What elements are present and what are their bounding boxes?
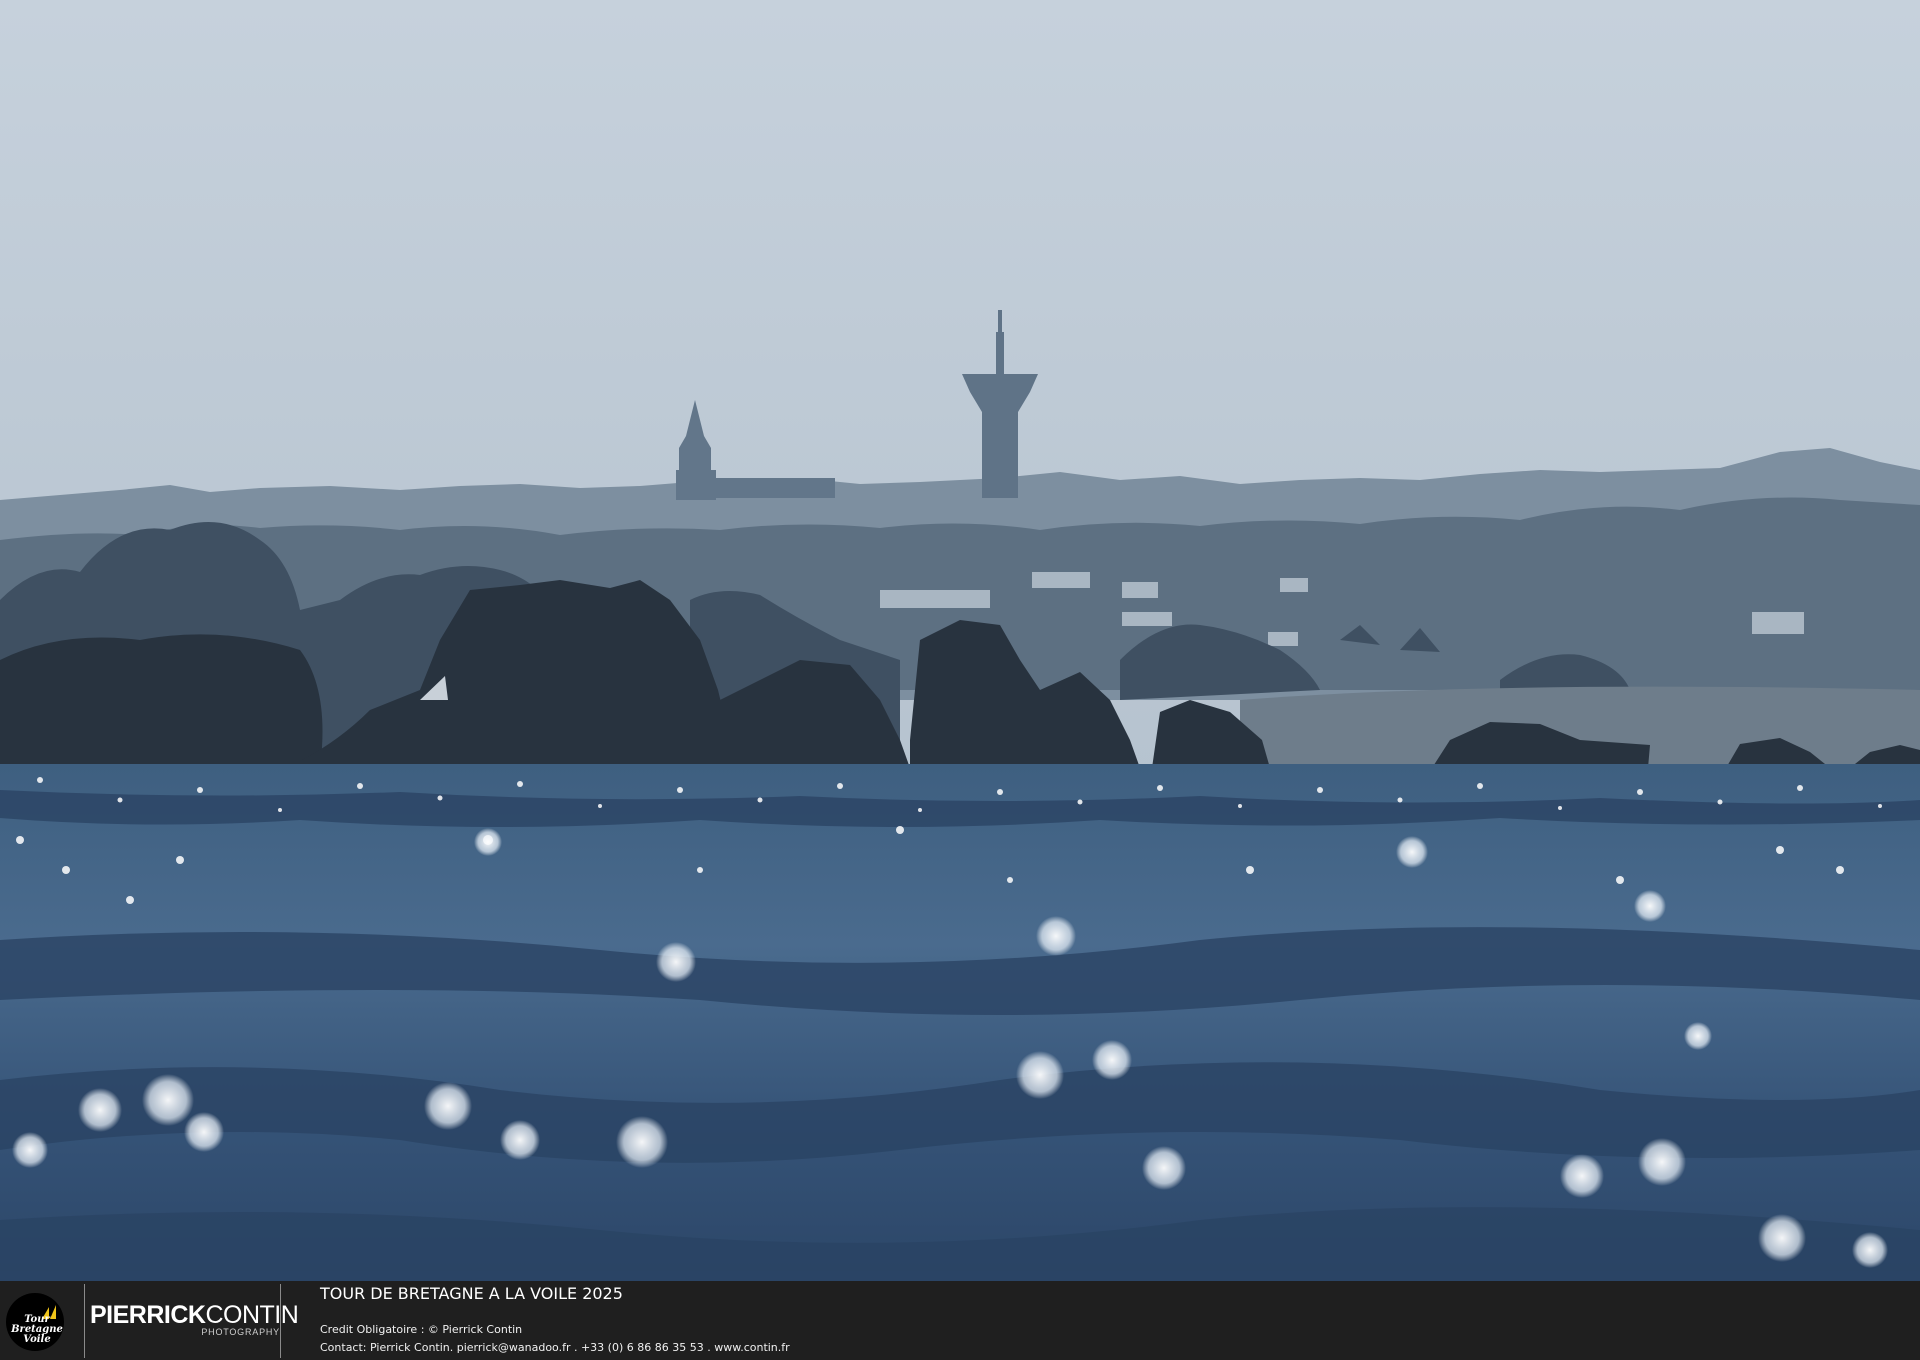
photographer-brand: PIERRICKCONTIN PHOTOGRAPHY [90,1301,299,1337]
caption-bar: Tour Bretagne Voile PIERRICKCONTIN PHOTO… [0,1281,1920,1360]
sea [0,764,1920,1281]
caption-divider-right [280,1284,281,1358]
caption-divider-left [84,1284,85,1358]
seascape-illustration [0,0,1920,1281]
caption-credit: Credit Obligatoire : © Pierrick Contin [320,1323,523,1336]
brand-name-second: CONTIN [205,1301,299,1329]
event-logo: Tour Bretagne Voile [6,1293,64,1351]
brand-name: PIERRICKCONTIN [90,1301,299,1329]
seascape-photo [0,0,1920,1281]
caption-title: TOUR DE BRETAGNE A LA VOILE 2025 [320,1284,623,1303]
brand-name-first: PIERRICK [90,1301,206,1329]
event-logo-text: Tour Bretagne Voile [11,1314,63,1345]
caption-contact: Contact: Pierrick Contin. pierrick@wanad… [320,1341,790,1354]
